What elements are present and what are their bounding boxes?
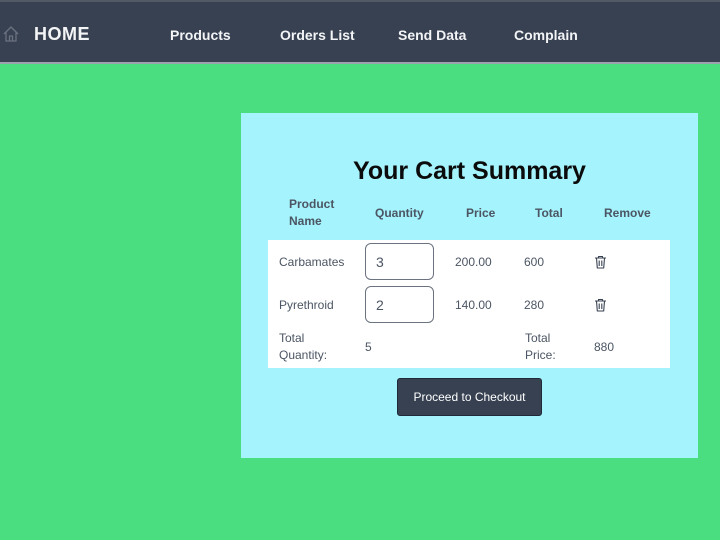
header-remove: Remove [604, 206, 651, 220]
header-total: Total [535, 206, 563, 220]
total-price-value: 880 [594, 340, 615, 354]
trash-icon[interactable] [594, 255, 607, 269]
quantity-input[interactable] [365, 243, 434, 280]
trash-icon[interactable] [594, 298, 607, 312]
row-product-name: Pyrethroid [279, 298, 334, 312]
row-price: 140.00 [455, 298, 492, 312]
proceed-to-checkout-button[interactable]: Proceed to Checkout [397, 378, 542, 416]
nav-link-send-data[interactable]: Send Data [398, 27, 466, 43]
row-price: 200.00 [455, 255, 492, 269]
cart-summary-card: Your Cart Summary Product Name Quantity … [241, 113, 698, 458]
row-total: 280 [524, 298, 545, 312]
total-price-label: Total Price: [525, 331, 556, 362]
nav-home-link[interactable]: HOME [34, 24, 90, 45]
header-price: Price [466, 206, 496, 220]
home-icon[interactable] [2, 25, 20, 43]
total-quantity-label: Total Quantity: [279, 331, 328, 362]
header-quantity: Quantity [375, 206, 424, 220]
navbar: HOME Products Orders List Send Data Comp… [0, 0, 720, 64]
total-quantity-value: 5 [365, 340, 372, 354]
nav-link-orders-list[interactable]: Orders List [280, 27, 355, 43]
row-product-name: Carbamates [279, 255, 345, 269]
row-total: 600 [524, 255, 545, 269]
nav-link-complain[interactable]: Complain [514, 27, 578, 43]
cart-table-body: Carbamates 200.00 600 Pyrethroid 140.00 … [268, 240, 670, 368]
page-title: Your Cart Summary [353, 157, 586, 185]
header-product-name: Product Name [289, 197, 335, 228]
nav-link-products[interactable]: Products [170, 27, 231, 43]
quantity-input[interactable] [365, 286, 434, 323]
